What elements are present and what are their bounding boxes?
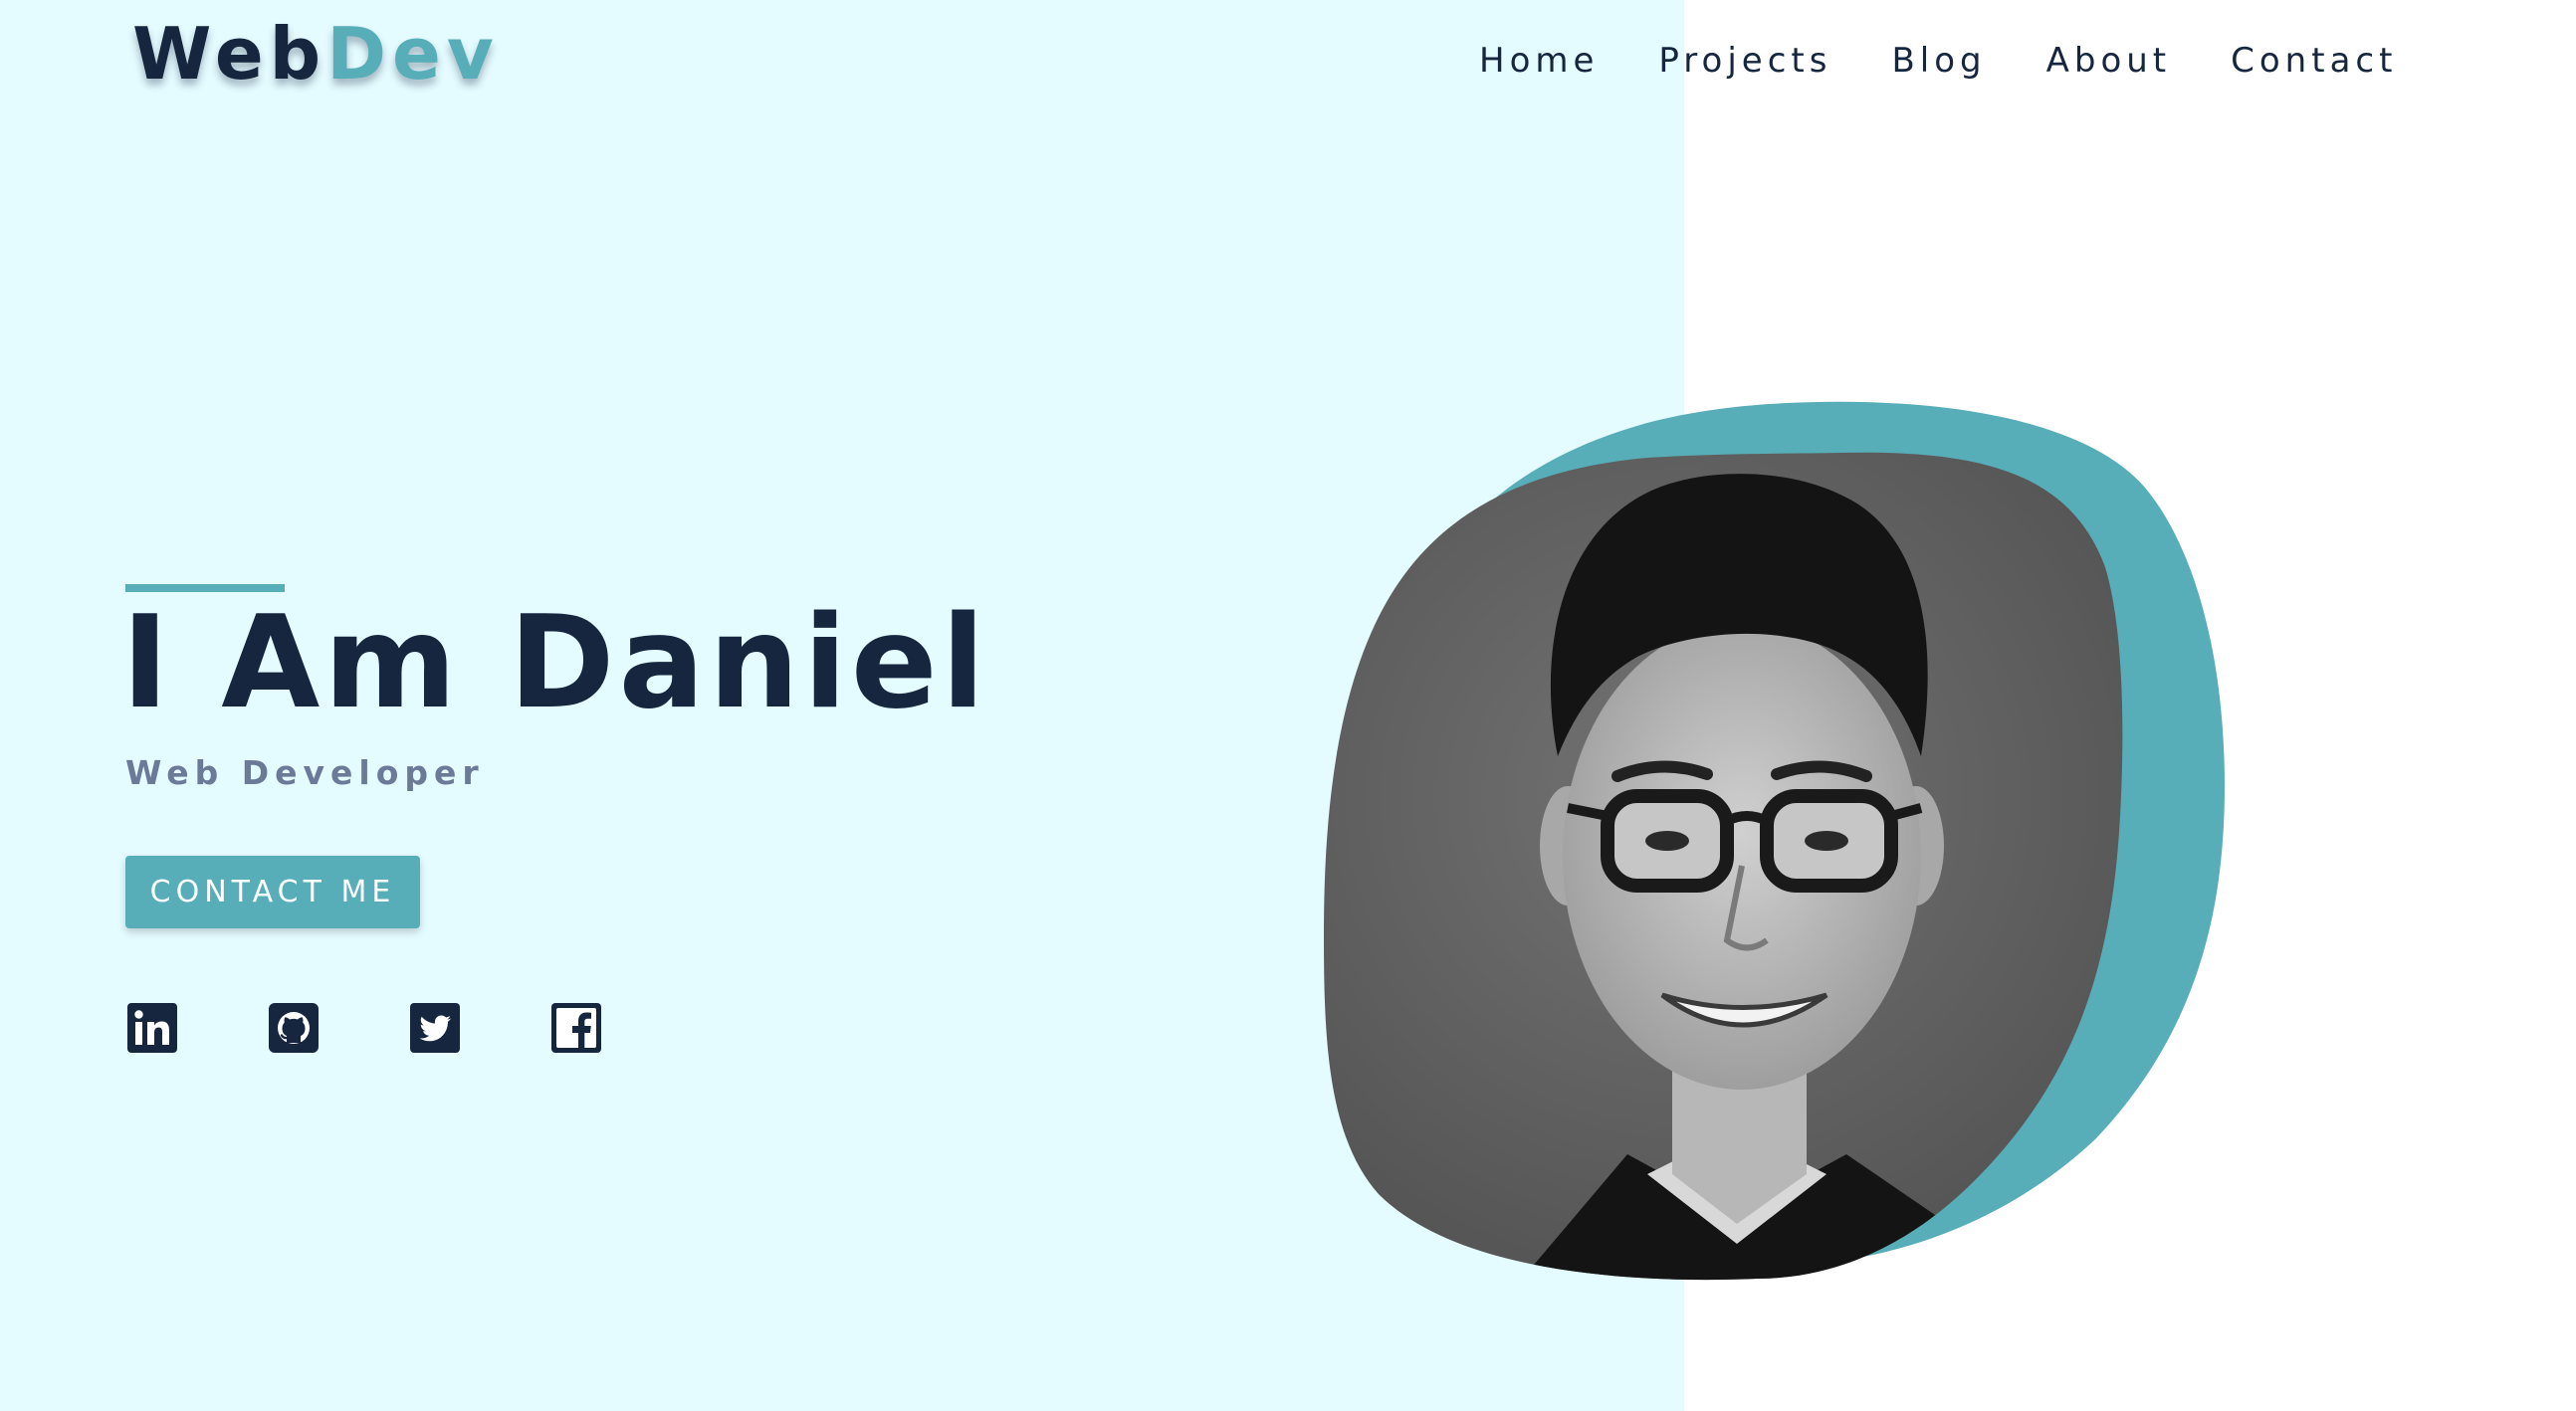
hero-title: I Am Daniel xyxy=(121,589,989,737)
brand-logo-dev: Dev xyxy=(326,12,500,96)
github-icon[interactable] xyxy=(269,1003,319,1053)
brand-logo[interactable]: WebDev xyxy=(132,18,500,90)
main-nav: Home Projects Blog About Contact xyxy=(1479,44,2397,78)
nav-about[interactable]: About xyxy=(2046,44,2172,78)
twitter-icon[interactable] xyxy=(410,1003,460,1053)
linkedin-icon[interactable] xyxy=(127,1003,177,1053)
hero-subtitle: Web Developer xyxy=(125,753,485,792)
facebook-icon[interactable] xyxy=(551,1003,601,1053)
contact-me-button[interactable]: CONTACT ME xyxy=(125,856,420,928)
nav-contact[interactable]: Contact xyxy=(2231,44,2397,78)
brand-logo-web: Web xyxy=(132,12,327,96)
nav-home[interactable]: Home xyxy=(1479,44,1599,78)
profile-photo xyxy=(1319,398,2225,1284)
nav-projects[interactable]: Projects xyxy=(1658,44,1831,78)
social-links xyxy=(127,1003,601,1053)
nav-blog[interactable]: Blog xyxy=(1891,44,1986,78)
